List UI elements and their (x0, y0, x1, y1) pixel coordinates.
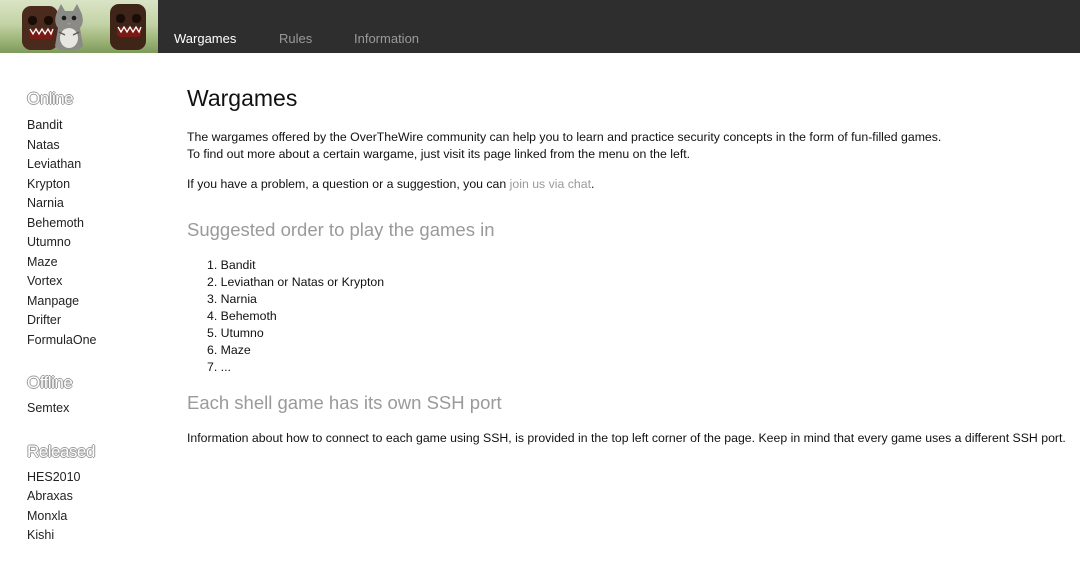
ssh-info-text: Information about how to connect to each… (187, 431, 1066, 445)
help-paragraph: If you have a problem, a question or a s… (187, 176, 1067, 193)
sidebar-item-semtex[interactable]: Semtex (27, 399, 157, 419)
intro-line-1: The wargames offered by the OverTheWire … (187, 130, 942, 144)
sidebar-list-released: HES2010 Abraxas Monxla Kishi (27, 468, 157, 546)
sidebar-item-behemoth[interactable]: Behemoth (27, 214, 157, 234)
sidebar-list-online: Bandit Natas Leviathan Krypton Narnia Be… (27, 116, 157, 350)
order-item: 5. Utumno (207, 326, 264, 340)
sidebar-item-natas[interactable]: Natas (27, 136, 157, 156)
sidebar-item-kishi[interactable]: Kishi (27, 526, 157, 546)
ssh-port-heading: Each shell game has its own SSH port (187, 392, 502, 413)
sidebar-item-narnia[interactable]: Narnia (27, 194, 157, 214)
top-navigation-bar: Wargames Rules Information (0, 0, 1080, 53)
main-content: Wargames The wargames offered by the Ove… (187, 82, 1067, 447)
order-item: 6. Maze (207, 343, 251, 357)
suggested-order-list: 1. Bandit 2. Leviathan or Natas or Krypt… (187, 257, 1067, 376)
kitten-image (55, 4, 83, 51)
help-text-suffix: . (591, 177, 595, 191)
chat-link[interactable]: join us via chat (510, 177, 591, 191)
sidebar-item-formulaone[interactable]: FormulaOne (27, 331, 157, 351)
sidebar-list-offline: Semtex (27, 399, 157, 419)
sidebar-item-leviathan[interactable]: Leviathan (27, 155, 157, 175)
order-item: 2. Leviathan or Natas or Krypton (207, 275, 385, 289)
sidebar-heading-online: Online (27, 89, 74, 108)
sidebar-item-drifter[interactable]: Drifter (27, 311, 157, 331)
order-item: 3. Narnia (207, 292, 257, 306)
sidebar-heading-offline: Offline (27, 373, 73, 392)
order-item: 4. Behemoth (207, 309, 277, 323)
sidebar-item-krypton[interactable]: Krypton (27, 175, 157, 195)
sidebar-item-maze[interactable]: Maze (27, 253, 157, 273)
sidebar-item-abraxas[interactable]: Abraxas (27, 487, 157, 507)
sidebar: Online Bandit Natas Leviathan Krypton Na… (27, 88, 157, 546)
site-logo[interactable] (0, 0, 158, 53)
nav-wargames[interactable]: Wargames (174, 31, 236, 46)
page-title: Wargames (187, 85, 298, 111)
intro-line-2: To find out more about a certain wargame… (187, 147, 691, 161)
sidebar-item-vortex[interactable]: Vortex (27, 272, 157, 292)
sidebar-item-utumno[interactable]: Utumno (27, 233, 157, 253)
domo-mascot-right (110, 4, 146, 50)
order-item: 1. Bandit (207, 258, 256, 272)
order-item: 7. ... (207, 360, 231, 374)
sidebar-item-hes2010[interactable]: HES2010 (27, 468, 157, 488)
sidebar-item-monxla[interactable]: Monxla (27, 507, 157, 527)
nav-information[interactable]: Information (354, 31, 419, 46)
sidebar-heading-released: Released (27, 441, 95, 461)
sidebar-item-bandit[interactable]: Bandit (27, 116, 157, 136)
nav-rules[interactable]: Rules (279, 31, 312, 46)
sidebar-item-manpage[interactable]: Manpage (27, 292, 157, 312)
help-text-prefix: If you have a problem, a question or a s… (187, 177, 510, 191)
suggested-order-heading: Suggested order to play the games in (187, 219, 495, 240)
